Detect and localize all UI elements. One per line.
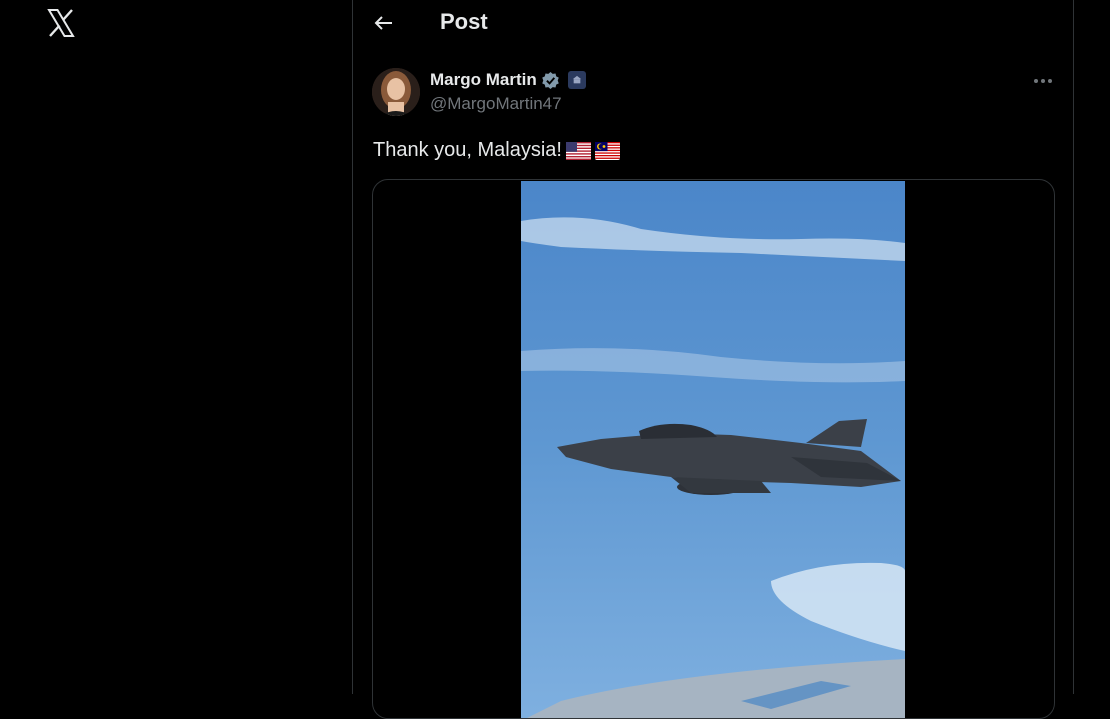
post-text-content: Thank you, Malaysia! bbox=[373, 139, 562, 161]
post-text: Thank you, Malaysia! bbox=[373, 139, 620, 162]
us-flag-icon bbox=[565, 141, 591, 160]
fighter-jet-image bbox=[521, 181, 905, 718]
author-handle[interactable]: @MargoMartin47 bbox=[430, 94, 562, 114]
arrow-left-icon[interactable] bbox=[370, 10, 398, 36]
author-name[interactable]: Margo Martin bbox=[430, 70, 537, 90]
page-title: Post bbox=[440, 9, 488, 34]
author-row: Margo Martin bbox=[430, 70, 586, 90]
verified-badge-icon[interactable] bbox=[541, 71, 560, 90]
malaysia-flag-icon bbox=[594, 141, 620, 160]
government-affiliation-icon[interactable] bbox=[567, 71, 586, 89]
more-horizontal-icon[interactable] bbox=[1030, 72, 1056, 90]
avatar[interactable] bbox=[372, 68, 420, 116]
x-logo-icon[interactable] bbox=[46, 8, 76, 38]
media-container[interactable] bbox=[372, 179, 1055, 719]
video-player[interactable] bbox=[521, 181, 905, 718]
